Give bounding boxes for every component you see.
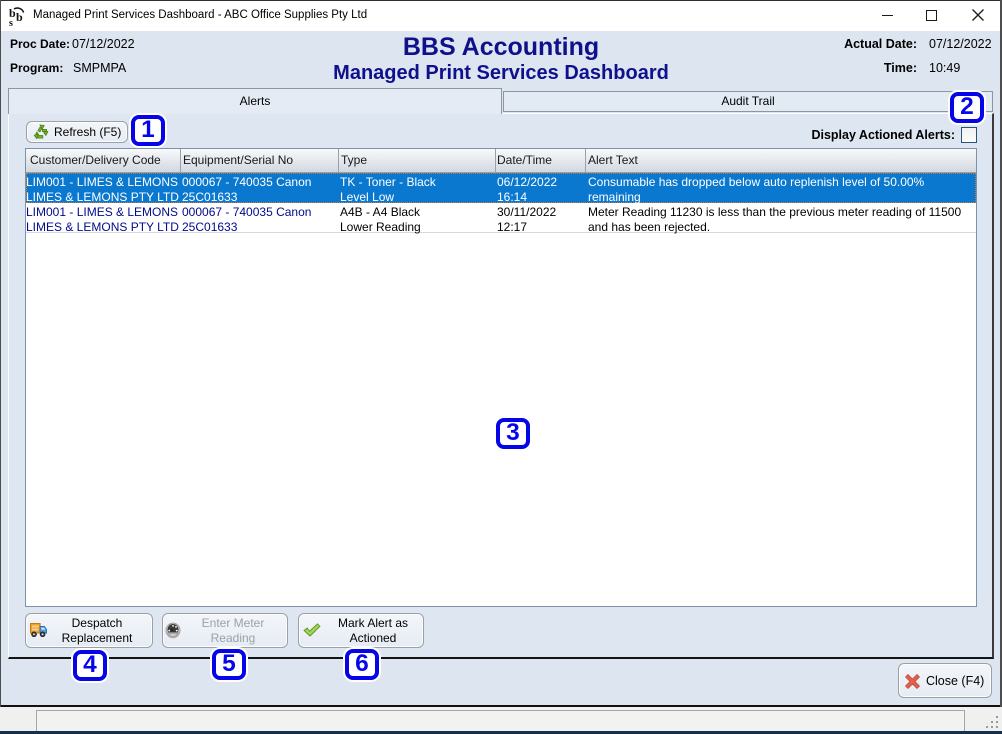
- svg-text:b: b: [16, 10, 23, 24]
- svg-text:s: s: [9, 18, 13, 26]
